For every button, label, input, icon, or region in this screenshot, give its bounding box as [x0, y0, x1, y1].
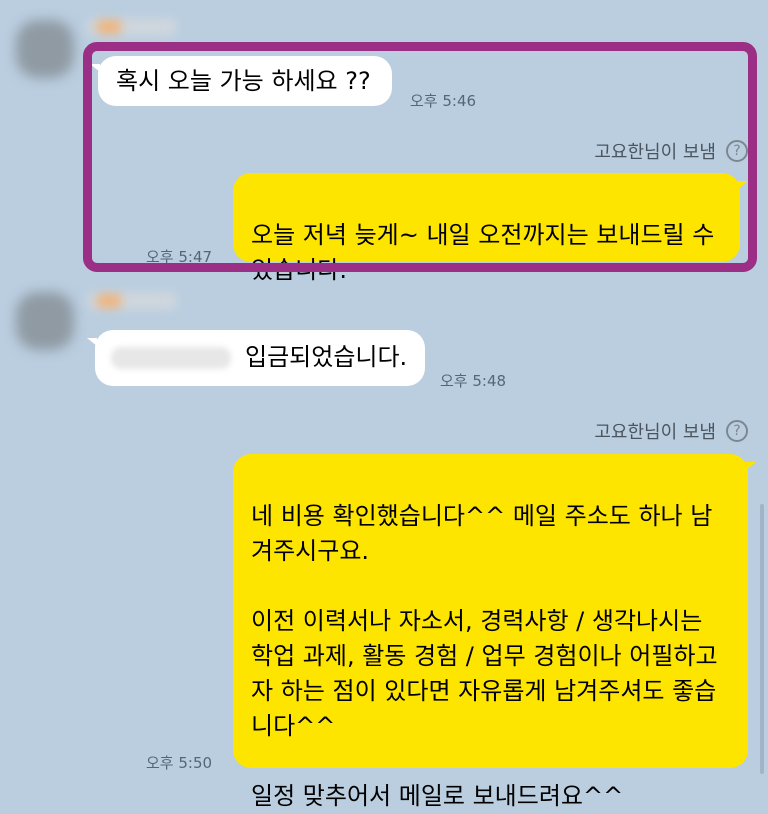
message-bubble-outgoing[interactable]: 네 비용 확인했습니다^^ 메일 주소도 하나 남 겨주시구요. 이전 이력서나…: [233, 454, 756, 810]
sent-by-label: 고요한님이 보냄: [594, 422, 716, 443]
depositor-name-blurred: [111, 347, 231, 369]
message-time: 오후 5:50: [146, 754, 213, 772]
message-time: 오후 5:48: [440, 372, 507, 390]
message-text: 입금되었습니다.: [245, 343, 408, 371]
sent-by-label: 고요한님이 보냄: [594, 142, 716, 163]
help-icon[interactable]: ?: [726, 140, 748, 162]
message-bubble-incoming[interactable]: 입금되었습니다.: [87, 330, 425, 386]
message-bubble-incoming[interactable]: 혹시 오늘 가능 하세요 ??: [90, 56, 392, 106]
avatar[interactable]: [16, 20, 74, 78]
message-text: 네 비용 확인했습니다^^ 메일 주소도 하나 남 겨주시구요. 이전 이력서나…: [251, 502, 718, 810]
sent-by-row: 고요한님이 보냄 ?: [594, 418, 748, 444]
message-text: 오늘 저녁 늦게~ 내일 오전까지는 보내드릴 수 있습니다.: [251, 221, 715, 284]
sent-by-row: 고요한님이 보냄 ?: [594, 138, 748, 164]
message-time: 오후 5:47: [146, 248, 213, 266]
message-text: 혹시 오늘 가능 하세요 ??: [116, 67, 371, 95]
scrollbar[interactable]: [760, 504, 764, 774]
sender-name-blurred: [86, 292, 178, 310]
message-time: 오후 5:46: [410, 92, 477, 110]
avatar[interactable]: [16, 292, 74, 350]
sender-name-blurred: [86, 18, 178, 36]
message-bubble-outgoing[interactable]: 오늘 저녁 늦게~ 내일 오전까지는 보내드릴 수 있습니다.: [233, 173, 748, 284]
help-icon[interactable]: ?: [726, 420, 748, 442]
